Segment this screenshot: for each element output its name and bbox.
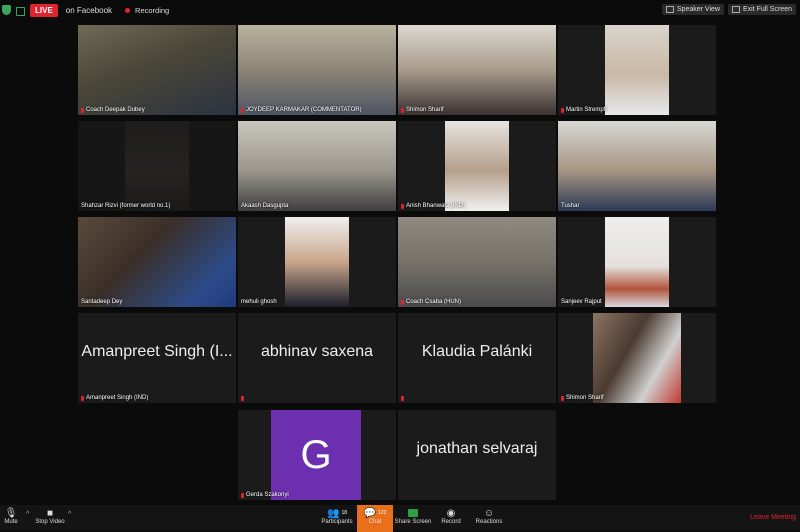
participant-tile[interactable]: abhinav saxena <box>238 313 396 403</box>
speaker-view-button[interactable]: Speaker View <box>661 4 724 15</box>
participant-display-name: abhinav saxena <box>260 343 374 360</box>
participants-count: 18 <box>341 510 347 516</box>
mute-label: Mute <box>4 519 18 525</box>
video-options-chevron-icon[interactable]: ^ <box>68 511 71 518</box>
mic-muted-icon <box>561 107 564 113</box>
video-feed <box>398 25 556 115</box>
participant-name: Martin Strempfl <box>561 107 607 113</box>
shield-icon[interactable] <box>2 5 11 15</box>
leave-meeting-button[interactable]: Leave Meeting <box>750 514 796 521</box>
video-feed <box>558 313 716 403</box>
participant-name: Shimon Sharif <box>561 395 604 401</box>
participant-tile[interactable]: Akaash Dasgupta <box>238 121 396 211</box>
mic-muted-icon <box>81 107 84 113</box>
participant-tile[interactable]: Shimon Sharif <box>558 313 716 403</box>
top-bar: LIVE on Facebook Recording Speaker View … <box>0 0 800 20</box>
lock-icon[interactable] <box>16 6 25 16</box>
exit-full-screen-button[interactable]: Exit Full Screen <box>727 4 796 15</box>
participant-name <box>401 396 404 401</box>
participant-name: Santadeep Dey <box>81 299 123 305</box>
grid-icon <box>665 6 674 13</box>
mic-muted-icon <box>401 396 404 401</box>
participant-name: Coach Deepak Dubey <box>81 107 145 113</box>
microphone-icon: 🎙 <box>4 507 18 519</box>
participant-name: Tushar <box>561 203 580 209</box>
video-feed <box>398 121 556 211</box>
participant-tile[interactable]: Sanjeev Rajput <box>558 217 716 307</box>
participant-tile[interactable]: jonathan selvaraj <box>398 410 556 500</box>
chat-label: Chat <box>368 519 382 525</box>
participant-name: Coach Csaba (HUN) <box>401 299 461 305</box>
exit-fullscreen-icon <box>731 6 740 13</box>
live-badge[interactable]: LIVE <box>30 3 58 17</box>
participant-name: Sanjeev Rajput <box>561 299 602 305</box>
video-feed <box>78 217 236 307</box>
participant-tile[interactable]: Klaudia Palánki <box>398 313 556 403</box>
participant-tile[interactable]: Coach Csaba (HUN) <box>398 217 556 307</box>
participant-tile[interactable]: Shimon Sharif <box>398 25 556 115</box>
recording-dot-icon <box>125 7 131 13</box>
participant-name: Gerda Szakonyi <box>241 492 289 498</box>
record-label: Record <box>441 519 461 525</box>
video-feed <box>558 121 716 211</box>
participant-tile-active-speaker[interactable]: Santadeep Dey <box>78 217 236 307</box>
participant-name: Shahzar Rizvi (former world no.1) <box>81 203 171 209</box>
mic-muted-icon <box>401 203 404 209</box>
mic-muted-icon <box>81 395 84 401</box>
meeting-toolbar: 🎙 Mute ^ ■ Stop Video ^ 👥 18 Participants… <box>0 505 800 532</box>
video-feed <box>238 121 396 211</box>
participants-label: Participants <box>321 519 353 525</box>
video-feed <box>238 25 396 115</box>
stream-target: on Facebook <box>65 5 113 15</box>
participant-tile[interactable]: Anish Bhanwala (IND) <box>398 121 556 211</box>
participant-name: JOYDEEP KARMAKAR (COMMENTATOR) <box>241 107 362 113</box>
participant-tile[interactable]: JOYDEEP KARMAKAR (COMMENTATOR) <box>238 25 396 115</box>
participant-name: mehuli ghosh <box>241 299 277 305</box>
participant-tile[interactable]: Coach Deepak Dubey <box>78 25 236 115</box>
mic-muted-icon <box>401 299 404 305</box>
video-feed <box>78 25 236 115</box>
participant-tile[interactable]: G Gerda Szakonyi <box>238 410 396 500</box>
participant-tile[interactable]: Amanpreet Singh (I... Amanpreet Singh (I… <box>78 313 236 403</box>
mic-muted-icon <box>241 107 244 113</box>
mic-muted-icon <box>241 492 244 498</box>
record-icon: ◉ <box>446 507 456 519</box>
participant-display-name: Klaudia Palánki <box>421 343 533 360</box>
participant-tile[interactable]: Tushar <box>558 121 716 211</box>
participant-name: Anish Bhanwala (IND) <box>401 203 465 209</box>
participant-tile[interactable]: Shahzar Rizvi (former world no.1) <box>78 121 236 211</box>
reactions-label: Reactions <box>475 519 503 525</box>
speaker-view-label: Speaker View <box>676 6 720 13</box>
participant-display-name: jonathan selvaraj <box>416 440 538 457</box>
share-screen-icon <box>408 507 418 519</box>
participant-name: Shimon Sharif <box>401 107 444 113</box>
top-bar-status: LIVE on Facebook Recording <box>0 3 170 17</box>
video-camera-icon: ■ <box>46 507 54 519</box>
participant-name: Akaash Dasgupta <box>241 203 289 209</box>
reactions-button[interactable]: ☺ Reactions <box>464 507 514 526</box>
video-feed <box>238 217 396 307</box>
exit-full-screen-label: Exit Full Screen <box>742 6 792 13</box>
video-feed <box>558 217 716 307</box>
participant-display-name: Amanpreet Singh (I... <box>81 343 233 360</box>
chat-bubble-icon: 💬 <box>363 507 377 519</box>
stop-video-label: Stop Video <box>35 519 65 525</box>
participant-tile[interactable]: mehuli ghosh <box>238 217 396 307</box>
video-feed <box>78 121 236 211</box>
mic-muted-icon <box>561 395 564 401</box>
video-feed <box>398 217 556 307</box>
participant-name: Amanpreet Singh (IND) <box>81 395 148 401</box>
participants-icon: 👥 <box>326 507 340 519</box>
mic-muted-icon <box>241 396 244 401</box>
participant-tile[interactable]: Martin Strempfl <box>558 25 716 115</box>
video-feed <box>558 25 716 115</box>
participants-button[interactable]: 👥 18 Participants <box>312 507 362 526</box>
reactions-icon: ☺ <box>483 507 495 519</box>
recording-label: Recording <box>135 5 170 15</box>
mic-muted-icon <box>401 107 404 113</box>
avatar: G <box>271 410 361 500</box>
chat-count: 122 <box>378 510 387 516</box>
participant-name <box>241 396 244 401</box>
